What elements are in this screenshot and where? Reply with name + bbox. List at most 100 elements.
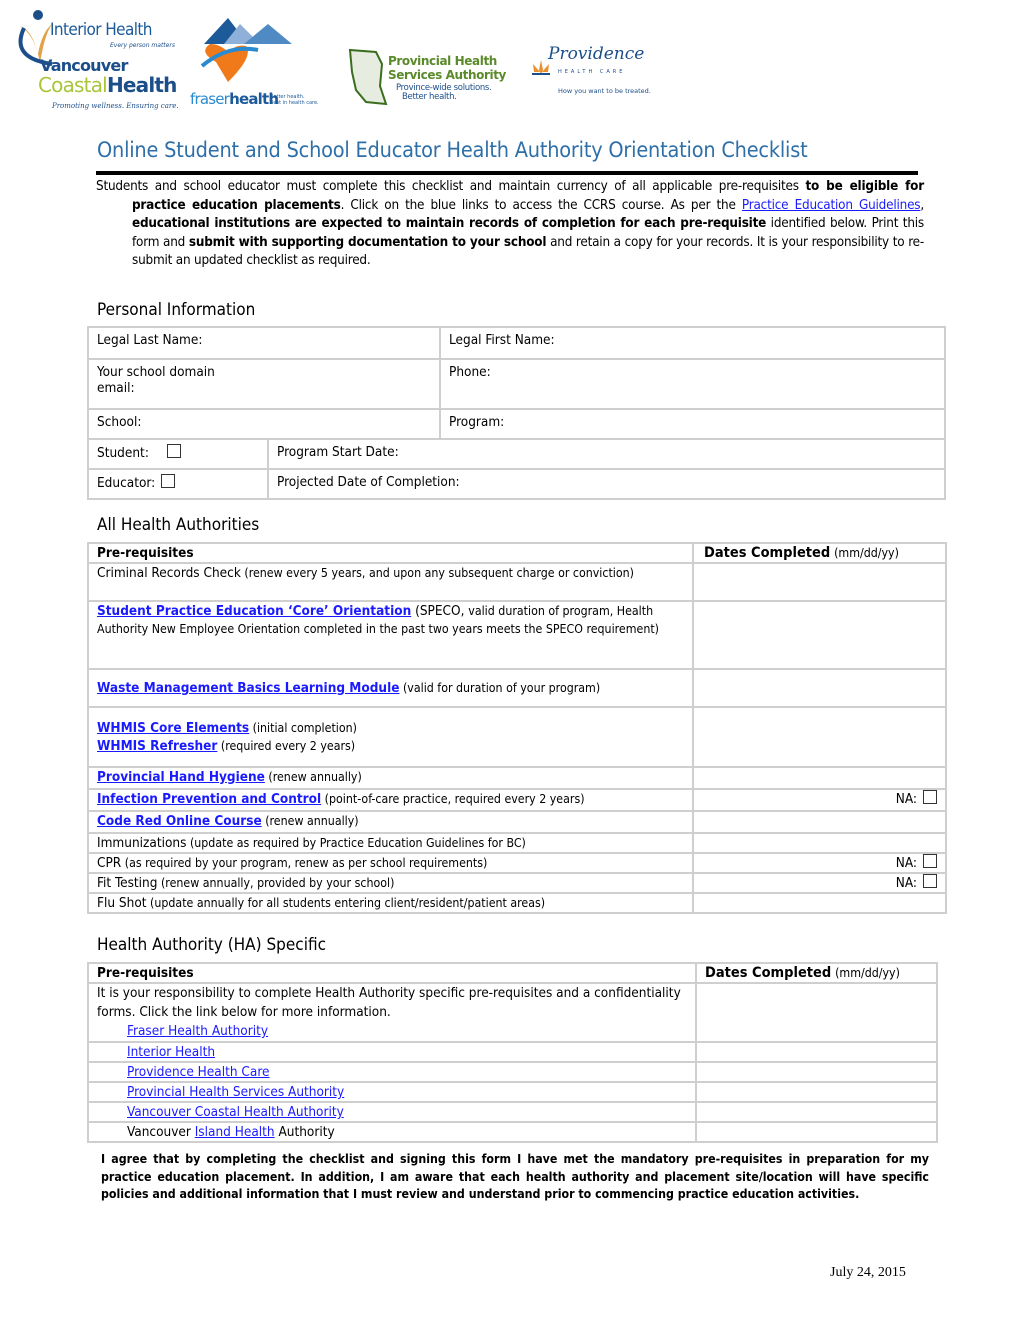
date-field[interactable]: NA: bbox=[692, 872, 947, 894]
interior-health-name: Interior Health bbox=[50, 20, 152, 40]
na-checkbox[interactable] bbox=[923, 874, 937, 888]
legal-last-name-label: Legal Last Name: bbox=[97, 332, 203, 348]
phsa-name: Provincial Health Services Authority bbox=[388, 54, 506, 82]
date-field[interactable]: NA: bbox=[692, 788, 947, 812]
student-checkbox[interactable] bbox=[166, 444, 181, 458]
educator-label: Educator: bbox=[97, 475, 156, 491]
speco-link[interactable]: Student Practice Education ‘Core’ Orient… bbox=[97, 603, 411, 619]
fraser-health-link[interactable]: Fraser Health Authority bbox=[127, 1023, 268, 1039]
school-email-field[interactable]: Your school domain email: bbox=[87, 358, 441, 410]
prereq-fit-testing: Fit Testing (renew annually, provided by… bbox=[87, 872, 694, 894]
infection-prevention-link[interactable]: Infection Prevention and Control bbox=[97, 791, 321, 807]
waste-management-link[interactable]: Waste Management Basics Learning Module bbox=[97, 680, 399, 696]
table-row: WHMIS Core Elements (initial completion)… bbox=[87, 706, 947, 768]
table-row: Student Practice Education ‘Core’ Orient… bbox=[87, 600, 947, 670]
col-prerequisites-header: Pre-requisites bbox=[87, 542, 694, 564]
table-row: Fit Testing (renew annually, provided by… bbox=[87, 872, 947, 894]
date-field[interactable] bbox=[692, 706, 947, 768]
school-label: School: bbox=[97, 414, 142, 430]
hand-hygiene-link[interactable]: Provincial Hand Hygiene bbox=[97, 769, 265, 785]
prereq-speco: Student Practice Education ‘Core’ Orient… bbox=[87, 600, 694, 670]
fraser-health-logo: fraserhealth Better health. Best in healt… bbox=[188, 14, 319, 110]
col-prerequisites-header: Pre-requisites bbox=[87, 962, 697, 984]
table-row: Flu Shot (update annually for all studen… bbox=[87, 892, 947, 914]
practice-education-guidelines-link[interactable]: Practice Education Guidelines bbox=[742, 198, 921, 213]
legal-first-name-field[interactable]: Legal First Name: bbox=[439, 326, 946, 360]
program-label: Program: bbox=[449, 414, 505, 430]
date-field[interactable] bbox=[695, 1061, 938, 1083]
table-row: Interior Health bbox=[87, 1041, 938, 1063]
program-start-date-label: Program Start Date: bbox=[277, 444, 399, 460]
program-field[interactable]: Program: bbox=[439, 408, 946, 440]
vch-link[interactable]: Vancouver Coastal Health Authority bbox=[127, 1104, 344, 1120]
fraser-health-tagline: Better health. Best in health care. bbox=[270, 94, 319, 106]
date-field[interactable] bbox=[692, 892, 947, 914]
phone-field[interactable]: Phone: bbox=[439, 358, 946, 410]
vch-tagline: Promoting wellness. Ensuring care. bbox=[52, 102, 179, 110]
na-option: NA: bbox=[896, 790, 937, 808]
prereq-cpr: CPR (as required by your program, renew … bbox=[87, 852, 694, 874]
student-cell: Student: bbox=[87, 438, 269, 470]
prereq-whmis: WHMIS Core Elements (initial completion)… bbox=[87, 706, 694, 768]
ha-specific-heading: Health Authority (HA) Specific bbox=[97, 935, 327, 955]
providence-health-care-link[interactable]: Providence Health Care bbox=[127, 1064, 270, 1080]
fraser-health-name: fraserhealth bbox=[190, 90, 279, 108]
table-row: CPR (as required by your program, renew … bbox=[87, 852, 947, 874]
table-row: Provincial Hand Hygiene (renew annually) bbox=[87, 766, 947, 790]
col-dates-header: Dates Completed (mm/dd/yy) bbox=[692, 542, 947, 564]
phone-label: Phone: bbox=[449, 364, 491, 380]
program-start-date-field[interactable]: Program Start Date: bbox=[267, 438, 946, 470]
vch-line2: CoastalHealth bbox=[38, 73, 177, 97]
school-field[interactable]: School: bbox=[87, 408, 441, 440]
date-field[interactable]: NA: bbox=[692, 852, 947, 874]
providence-tagline: How you want to be treated. bbox=[558, 87, 651, 95]
ha-specific-table: Pre-requisites Dates Completed (mm/dd/yy… bbox=[87, 962, 938, 1143]
date-field[interactable] bbox=[695, 1121, 938, 1143]
date-field[interactable] bbox=[692, 600, 947, 670]
legal-last-name-field[interactable]: Legal Last Name: bbox=[87, 326, 441, 360]
interior-health-vch-logo: Interior Health Every person matters Van… bbox=[14, 6, 179, 110]
school-email-label-2: email: bbox=[97, 380, 135, 396]
prereq-infection-prevention: Infection Prevention and Control (point-… bbox=[87, 788, 694, 812]
date-field[interactable] bbox=[692, 810, 947, 834]
date-field[interactable] bbox=[692, 766, 947, 790]
interior-health-link[interactable]: Interior Health bbox=[127, 1044, 215, 1060]
island-health-link[interactable]: Island Health bbox=[195, 1124, 275, 1140]
na-checkbox[interactable] bbox=[923, 854, 937, 868]
na-checkbox[interactable] bbox=[923, 790, 937, 804]
date-field[interactable] bbox=[695, 982, 938, 1043]
prereq-hand-hygiene: Provincial Hand Hygiene (renew annually) bbox=[87, 766, 694, 790]
date-field[interactable] bbox=[692, 832, 947, 854]
prereq-waste-management: Waste Management Basics Learning Module … bbox=[87, 668, 694, 708]
legal-first-name-label: Legal First Name: bbox=[449, 332, 555, 348]
table-row: Waste Management Basics Learning Module … bbox=[87, 668, 947, 708]
whmis-core-link[interactable]: WHMIS Core Elements bbox=[97, 720, 249, 736]
phsa-tagline: Province-wide solutions. Better health. bbox=[396, 83, 492, 102]
ha-intro-text: It is your responsibility to complete He… bbox=[97, 985, 681, 1020]
student-label: Student: bbox=[97, 445, 149, 461]
date-field[interactable] bbox=[695, 1041, 938, 1063]
date-field[interactable] bbox=[695, 1081, 938, 1103]
educator-checkbox[interactable] bbox=[161, 474, 176, 488]
projected-completion-field[interactable]: Projected Date of Completion: bbox=[267, 468, 946, 500]
date-field[interactable] bbox=[692, 668, 947, 708]
table-row: Provincial Health Services Authority bbox=[87, 1081, 938, 1103]
all-ha-heading: All Health Authorities bbox=[97, 515, 260, 535]
phsa-link[interactable]: Provincial Health Services Authority bbox=[127, 1084, 344, 1100]
phsa-logo: Provincial Health Services Authority Prov… bbox=[346, 46, 506, 108]
whmis-refresher-link[interactable]: WHMIS Refresher bbox=[97, 738, 217, 754]
table-row: It is your responsibility to complete He… bbox=[87, 982, 938, 1043]
personal-info-table: Legal Last Name: Legal First Name: Your … bbox=[87, 326, 946, 500]
table-row: Code Red Online Course (renew annually) bbox=[87, 810, 947, 834]
providence-logo: Providence HEALTH CARE How you want to b… bbox=[530, 44, 670, 100]
na-option: NA: bbox=[896, 874, 937, 892]
date-field[interactable] bbox=[695, 1101, 938, 1123]
all-ha-table: Pre-requisites Dates Completed (mm/dd/yy… bbox=[87, 542, 947, 914]
table-row: Vancouver Island Health Authority bbox=[87, 1121, 938, 1143]
providence-sub: HEALTH CARE bbox=[558, 69, 626, 75]
prereq-immunizations: Immunizations (update as required by Pra… bbox=[87, 832, 694, 854]
code-red-link[interactable]: Code Red Online Course bbox=[97, 813, 262, 829]
prereq-flu-shot: Flu Shot (update annually for all studen… bbox=[87, 892, 694, 914]
date-field[interactable] bbox=[692, 562, 947, 602]
prereq-code-red: Code Red Online Course (renew annually) bbox=[87, 810, 694, 834]
